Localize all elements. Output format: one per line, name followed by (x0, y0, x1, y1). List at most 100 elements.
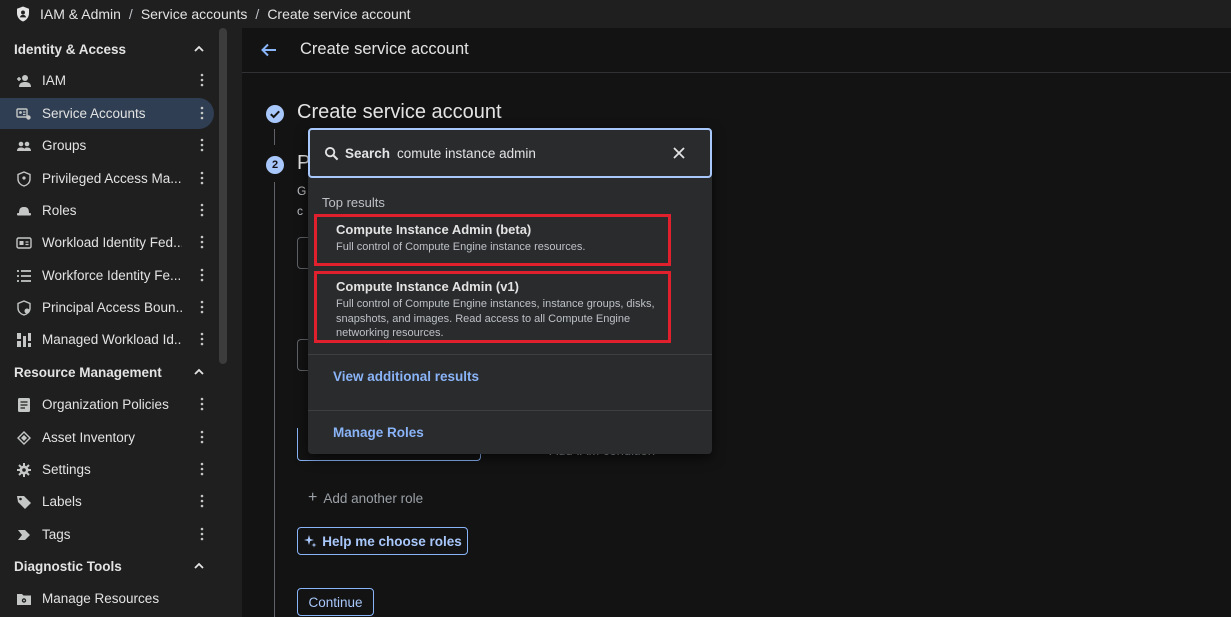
close-icon[interactable] (672, 146, 686, 160)
sidebar-item-label: Asset Inventory (42, 430, 136, 445)
page-header: Create service account (242, 28, 1231, 73)
search-input[interactable] (397, 145, 668, 161)
sparkle-icon (304, 535, 317, 548)
description-line: c (297, 204, 303, 218)
groups-icon (16, 138, 32, 154)
breadcrumb-current: Create service account (267, 6, 411, 22)
search-label: Search (345, 145, 391, 161)
sidebar-item-tags[interactable]: Tags (0, 519, 214, 550)
gear-icon (16, 462, 32, 478)
result-description: Full control of Compute Engine instance … (336, 241, 586, 253)
more-vert-icon[interactable] (200, 430, 204, 444)
folder-gear-icon (16, 591, 32, 607)
sidebar-item-label: Labels (42, 494, 82, 509)
sidebar-item-label: Workforce Identity Fe... (42, 268, 182, 283)
add-another-role-label: Add another role (323, 490, 424, 506)
more-vert-icon[interactable] (200, 171, 204, 185)
sidebar-item-label: Groups (42, 138, 87, 153)
sidebar-item-organization-policies[interactable]: Organization Policies (0, 389, 214, 420)
more-vert-icon[interactable] (200, 203, 204, 217)
person-add-icon (16, 73, 32, 89)
chevron-up-icon[interactable] (192, 559, 206, 573)
back-arrow-icon[interactable] (260, 41, 278, 59)
section-label: Resource Management (14, 364, 162, 380)
chevron-up-icon[interactable] (192, 365, 206, 379)
sidebar-item-groups[interactable]: Groups (0, 130, 214, 161)
sidebar-item-workload-identity-federation[interactable]: Workload Identity Fed... (0, 227, 214, 258)
more-vert-icon[interactable] (200, 397, 204, 411)
sidebar-section-identity-access[interactable]: Identity & Access (0, 34, 214, 64)
sidebar-item-privileged-access[interactable]: Privileged Access Ma... (0, 163, 214, 194)
sidebar-item-iam[interactable]: IAM (0, 65, 214, 96)
id-card-icon (16, 235, 32, 251)
sidebar-item-roles[interactable]: Roles (0, 195, 214, 226)
manage-roles-link[interactable]: Manage Roles (333, 425, 424, 440)
sidebar-item-service-accounts[interactable]: Service Accounts (0, 98, 214, 129)
step-connector (274, 182, 275, 617)
sidebar-item-labels[interactable]: Labels (0, 486, 214, 517)
sidebar-scrollbar[interactable] (219, 28, 227, 364)
sidebar-item-label: Privileged Access Ma... (42, 171, 182, 186)
step-1-title: Create service account (297, 101, 502, 123)
more-vert-icon[interactable] (200, 138, 204, 152)
boundary-icon (16, 299, 32, 316)
more-vert-icon[interactable] (200, 300, 204, 314)
tag-icon (16, 494, 32, 510)
sidebar-item-label: Manage Resources (42, 591, 160, 606)
result-description: Full control of Compute Engine instances… (336, 298, 655, 339)
sidebar-section-diagnostic-tools[interactable]: Diagnostic Tools (0, 551, 214, 581)
step-2-description: G c (297, 181, 306, 221)
search-field[interactable]: Search (308, 128, 712, 178)
check-circle-icon (266, 105, 284, 123)
sidebar-item-label: Service Accounts (42, 106, 146, 121)
divider (308, 410, 712, 411)
more-vert-icon[interactable] (200, 527, 204, 541)
chevron-up-icon[interactable] (192, 42, 206, 56)
more-vert-icon[interactable] (200, 73, 204, 87)
sidebar-item-label: Roles (42, 203, 77, 218)
sidebar-item-asset-inventory[interactable]: Asset Inventory (0, 422, 214, 453)
diamond-icon (16, 430, 32, 446)
shield-icon (16, 170, 32, 187)
more-vert-icon[interactable] (200, 235, 204, 249)
sidebar-item-manage-resources[interactable]: Manage Resources (0, 583, 214, 614)
iam-shield-icon (14, 5, 32, 23)
sidebar-item-settings[interactable]: Settings (0, 454, 214, 485)
more-vert-icon[interactable] (200, 494, 204, 508)
list-icon (16, 268, 32, 284)
sidebar-item-principal-access-boundary[interactable]: Principal Access Boun... (0, 292, 214, 323)
help-me-choose-roles-button[interactable]: Help me choose roles (297, 527, 468, 555)
description-line: G (297, 184, 307, 198)
result-compute-instance-admin-v1[interactable]: Compute Instance Admin (v1) Full control… (314, 271, 671, 343)
more-vert-icon[interactable] (200, 106, 204, 120)
view-additional-results-link[interactable]: View additional results (333, 369, 479, 384)
divider (308, 354, 712, 355)
more-vert-icon[interactable] (200, 462, 204, 476)
sidebar-section-resource-management[interactable]: Resource Management (0, 357, 214, 387)
sidebar-item-label: Workload Identity Fed... (42, 235, 182, 250)
sidebar-item-label: Tags (42, 527, 71, 542)
continue-button[interactable]: Continue (297, 588, 374, 616)
result-compute-instance-admin-beta[interactable]: Compute Instance Admin (beta) Full contr… (314, 214, 671, 266)
more-vert-icon[interactable] (200, 332, 204, 346)
sidebar-item-managed-workload-identity[interactable]: Managed Workload Id... (0, 324, 214, 355)
sidebar-item-workforce-identity-federation[interactable]: Workforce Identity Fe... (0, 260, 214, 291)
more-vert-icon[interactable] (200, 268, 204, 282)
breadcrumb-separator: / (128, 6, 133, 22)
result-title: Compute Instance Admin (beta) (336, 222, 532, 237)
help-button-label: Help me choose roles (322, 533, 462, 549)
sidebar: Identity & Access IAM Service Accounts G… (0, 28, 232, 617)
chevron-tag-icon (16, 527, 32, 543)
section-label: Identity & Access (14, 41, 127, 57)
page-title: Create service account (300, 40, 469, 58)
search-icon (324, 146, 339, 160)
breadcrumb-service-accounts[interactable]: Service accounts (141, 6, 248, 22)
breadcrumb-separator: / (255, 6, 260, 22)
sidebar-item-label: Managed Workload Id... (42, 332, 182, 347)
sidebar-item-label: Principal Access Boun... (42, 300, 182, 315)
add-another-role-button[interactable]: + Add another role (308, 489, 423, 507)
step-connector (274, 129, 275, 145)
hat-icon (16, 203, 32, 219)
breadcrumb-iam-admin[interactable]: IAM & Admin (40, 6, 121, 22)
sidebar-item-label: Settings (42, 462, 91, 477)
